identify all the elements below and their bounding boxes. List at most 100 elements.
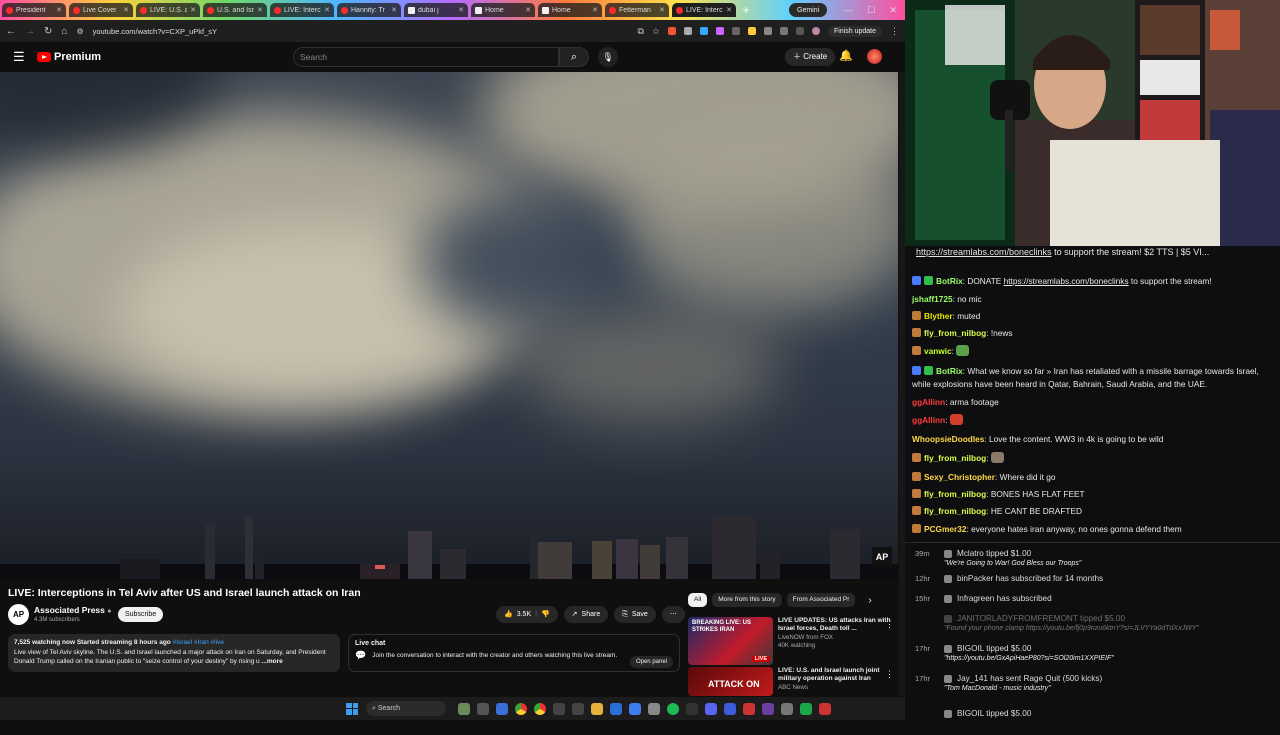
extension-icon[interactable] — [763, 27, 772, 35]
close-tab-icon[interactable]: ✕ — [659, 6, 665, 14]
chat-username[interactable]: fly_from_nilbog — [924, 489, 986, 499]
browser-menu-icon[interactable]: ⋮ — [890, 26, 899, 37]
recommendation-thumbnail[interactable]: BREAKING LIVE: US STRIKES IRAN LIVE — [688, 617, 773, 665]
taskbar-app-icon[interactable] — [496, 702, 508, 715]
browser-tab[interactable]: Home ✕ — [471, 3, 535, 17]
taskbar-app-icon[interactable] — [572, 702, 584, 715]
browser-tab[interactable]: President ✕ — [2, 3, 66, 17]
video-description[interactable]: 7,525 watching now Started streaming 8 h… — [8, 634, 340, 672]
close-tab-icon[interactable]: ✕ — [324, 6, 330, 14]
channel-name[interactable]: Associated Press ● — [34, 605, 111, 615]
minimize-icon[interactable]: — — [844, 5, 853, 16]
recommendation-title[interactable]: LIVE UPDATES: US attacks Iran with Israe… — [778, 617, 898, 633]
site-info-icon[interactable]: ⚙ — [76, 27, 83, 36]
browser-tab[interactable]: dubai j ✕ — [404, 3, 468, 17]
new-tab-button[interactable]: + — [739, 3, 753, 17]
back-icon[interactable]: ← — [6, 26, 16, 37]
reload-icon[interactable]: ↻ — [44, 26, 52, 37]
browser-tab[interactable]: Live Cover ✕ — [69, 3, 133, 17]
browser-tab[interactable]: Hannity: Tr ✕ — [337, 3, 401, 17]
forward-icon[interactable]: → — [25, 26, 35, 37]
extension-icon[interactable] — [683, 27, 692, 35]
search-input[interactable]: Search — [293, 47, 559, 67]
close-tab-icon[interactable]: ✕ — [726, 6, 732, 14]
recommendation-channel[interactable]: ABC News — [778, 684, 898, 692]
voice-search-button[interactable]: 🎙 — [598, 47, 618, 67]
chat-username[interactable]: BotRix — [936, 366, 963, 376]
like-button[interactable]: 👍 3.5K | 👎 — [496, 606, 558, 623]
notifications-bell-icon[interactable]: 🔔 — [839, 49, 853, 62]
browser-tab[interactable]: LIVE: U.S. a ✕ — [136, 3, 200, 17]
extension-icon[interactable] — [715, 27, 724, 35]
description-more-link[interactable]: ...more — [261, 658, 282, 665]
taskbar-app-icon[interactable] — [686, 702, 698, 715]
close-tab-icon[interactable]: ✕ — [592, 6, 598, 14]
extension-icon[interactable] — [699, 27, 708, 35]
share-button[interactable]: ↗ Share — [563, 606, 609, 623]
close-tab-icon[interactable]: ✕ — [190, 6, 196, 14]
save-button[interactable]: ⎘ Save — [614, 606, 656, 623]
pinned-link[interactable]: https://streamlabs.com/boneclinks — [916, 247, 1052, 257]
more-actions-button[interactable]: ⋯ — [661, 606, 685, 623]
description-hashtags[interactable]: #Israel #Iran #live — [173, 639, 224, 646]
recommendation-item[interactable]: BREAKING LIVE: US STRIKES IRAN LIVE LIVE… — [688, 617, 898, 665]
extensions-puzzle-icon[interactable] — [779, 27, 788, 35]
more-vertical-icon[interactable]: ⋮ — [885, 669, 894, 680]
channel-avatar[interactable]: AP — [8, 604, 29, 625]
chevron-right-icon[interactable]: › — [868, 595, 871, 606]
recommendation-thumbnail[interactable]: ATTACK ON — [688, 667, 773, 696]
taskbar-app-icon[interactable] — [553, 702, 565, 715]
subscribe-button[interactable]: Subscribe — [118, 607, 164, 622]
taskbar-app-icon[interactable] — [458, 702, 470, 715]
browser-tab[interactable]: U.S. and Isr ✕ — [203, 3, 267, 17]
url-field[interactable]: youtube.com/watch?v=CXP_uPkf_sY — [93, 27, 217, 36]
sidebar-icon[interactable] — [795, 27, 804, 35]
create-button[interactable]: ＋ Create — [785, 48, 836, 66]
close-tab-icon[interactable]: ✕ — [391, 6, 397, 14]
chrome-icon[interactable] — [534, 702, 546, 715]
taskbar-app-icon[interactable] — [800, 702, 812, 715]
extension-icon[interactable] — [747, 27, 756, 35]
folder-icon[interactable] — [591, 702, 603, 715]
taskbar-app-icon[interactable] — [705, 702, 717, 715]
taskbar-app-icon[interactable] — [781, 702, 793, 715]
taskbar-app-icon[interactable] — [743, 702, 755, 715]
thumbs-down-icon[interactable]: 👎 — [541, 606, 550, 623]
account-avatar[interactable] — [867, 49, 882, 64]
close-tab-icon[interactable]: ✕ — [56, 6, 62, 14]
chip-all[interactable]: All — [688, 593, 708, 607]
spotify-icon[interactable] — [667, 702, 679, 715]
hamburger-menu-icon[interactable]: ☰ — [13, 49, 31, 65]
chat-username[interactable]: BotRix — [936, 276, 963, 286]
search-button[interactable]: ⌕ — [559, 47, 589, 67]
chat-username[interactable]: WhoopsieDoodles — [912, 434, 984, 444]
chat-username[interactable]: vanwic — [924, 346, 952, 356]
bookmark-star-icon[interactable]: ☆ — [652, 26, 660, 37]
chat-username[interactable]: PCGmer32 — [924, 524, 966, 534]
close-tab-icon[interactable]: ✕ — [257, 6, 263, 14]
chat-username[interactable]: Blyther — [924, 311, 953, 321]
taskbar-app-icon[interactable] — [610, 702, 622, 715]
browser-tab[interactable]: LIVE: Interc ✕ — [672, 3, 736, 17]
chat-username[interactable]: ggAllinn — [912, 397, 945, 407]
chat-username[interactable]: ggAllinn — [912, 415, 945, 425]
chat-username[interactable]: jshaff1725 — [912, 294, 953, 304]
chat-link[interactable]: https://streamlabs.com/boneclinks — [1004, 276, 1129, 286]
recommendation-item[interactable]: ATTACK ON LIVE: U.S. and Israel launch j… — [688, 667, 898, 696]
open-panel-button[interactable]: Open panel — [629, 656, 673, 668]
video-player[interactable]: AP — [0, 72, 898, 579]
install-icon[interactable]: ⧉ — [637, 26, 643, 37]
taskbar-app-icon[interactable] — [762, 702, 774, 715]
home-icon[interactable]: ⌂ — [61, 26, 67, 37]
chat-username[interactable]: Sexy_Christopher — [924, 472, 995, 482]
browser-tab[interactable]: Fetterman ✕ — [605, 3, 669, 17]
taskbar-app-icon[interactable] — [819, 702, 831, 715]
browser-tab[interactable]: Home ✕ — [538, 3, 602, 17]
close-tab-icon[interactable]: ✕ — [458, 6, 464, 14]
close-tab-icon[interactable]: ✕ — [123, 6, 129, 14]
gemini-button[interactable]: Gemini — [789, 3, 828, 17]
close-tab-icon[interactable]: ✕ — [525, 6, 531, 14]
taskbar-app-icon[interactable] — [629, 702, 641, 715]
recommendation-channel[interactable]: LiveNOW from FOX — [778, 634, 898, 642]
chat-username[interactable]: fly_from_nilbog — [924, 506, 986, 516]
